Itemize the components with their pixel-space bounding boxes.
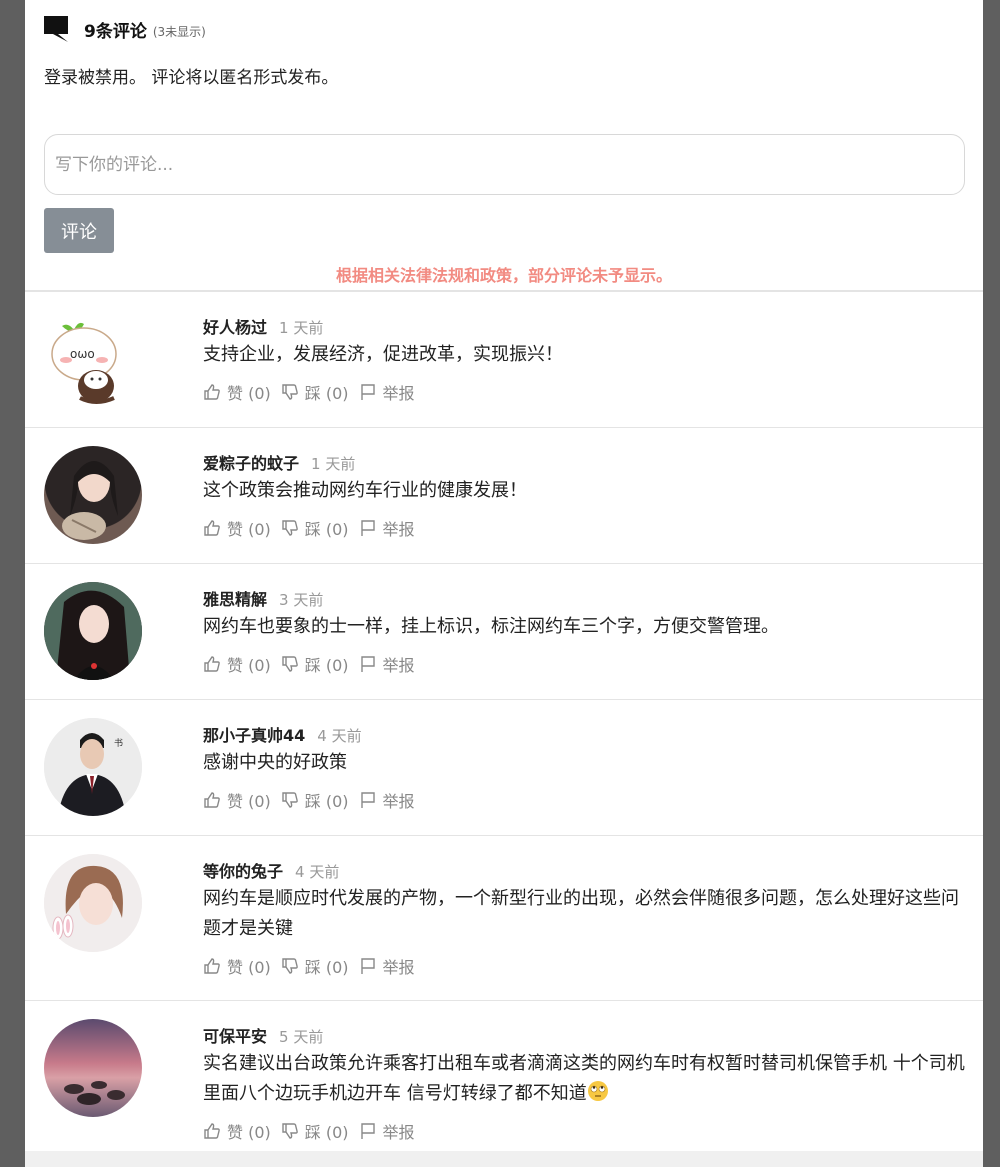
svg-text:书: 书 xyxy=(114,738,123,749)
flag-icon xyxy=(360,1123,375,1139)
comment-item: oωo 好人杨过 1 天前 支持企业，发展经济，促进改革，实现振兴！ 赞 (0)… xyxy=(25,292,983,428)
avatar xyxy=(44,446,142,544)
comment-text: 支持企业，发展经济，促进改革，实现振兴！ xyxy=(203,344,563,365)
comment-item: 等你的兔子 4 天前 网约车是顺应时代发展的产物，一个新型行业的出现，必然会伴随… xyxy=(25,836,983,1001)
dislike-button[interactable]: 踩 (0) xyxy=(281,380,349,404)
comment-list: oωo 好人杨过 1 天前 支持企业，发展经济，促进改革，实现振兴！ 赞 (0)… xyxy=(25,292,983,1166)
like-button[interactable]: 赞 (0) xyxy=(203,380,271,404)
like-button[interactable]: 赞 (0) xyxy=(203,652,271,676)
comment-time: 5 天前 xyxy=(279,1028,324,1046)
comment-item: 可保平安 5 天前 实名建议出台政策允许乘客打出租车或者滴滴这类的网约车时有权暂… xyxy=(25,1001,983,1166)
flag-icon xyxy=(360,656,375,672)
report-button[interactable]: 举报 xyxy=(359,380,415,404)
comment-author[interactable]: 等你的兔子 xyxy=(203,858,283,882)
thumbs-up-icon xyxy=(204,1123,220,1139)
comment-text: 实名建议出台政策允许乘客打出租车或者滴滴这类的网约车时有权暂时替司机保管手机 十… xyxy=(203,1053,965,1104)
dislike-button[interactable]: 踩 (0) xyxy=(281,516,349,540)
like-button[interactable]: 赞 (0) xyxy=(203,954,271,978)
avatar xyxy=(44,1019,142,1117)
like-button[interactable]: 赞 (0) xyxy=(203,788,271,812)
thumbs-down-icon xyxy=(282,1123,298,1139)
login-disabled-note: 登录被禁用。 评论将以匿名形式发布。 xyxy=(44,68,339,88)
report-button[interactable]: 举报 xyxy=(359,652,415,676)
like-button[interactable]: 赞 (0) xyxy=(203,516,271,540)
comment-actions: 赞 (0) 踩 (0) 举报 xyxy=(203,380,969,404)
dislike-button[interactable]: 踩 (0) xyxy=(281,954,349,978)
comment-text: 这个政策会推动网约车行业的健康发展！ xyxy=(203,480,527,501)
flag-icon xyxy=(360,520,375,536)
avatar xyxy=(44,582,142,680)
like-button[interactable]: 赞 (0) xyxy=(203,1119,271,1143)
thumbs-down-icon xyxy=(282,384,298,400)
thumbs-down-icon xyxy=(282,520,298,536)
comment-time: 1 天前 xyxy=(279,319,324,337)
thumbs-up-icon xyxy=(204,958,220,974)
comment-item: 爱粽子的蚊子 1 天前 这个政策会推动网约车行业的健康发展！ 赞 (0) 踩 (… xyxy=(25,428,983,564)
report-button[interactable]: 举报 xyxy=(359,1119,415,1143)
comment-author[interactable]: 好人杨过 xyxy=(203,314,267,338)
comment-item: 书 那小子真帅44 4 天前 感谢中央的好政策 赞 (0) 踩 (0) 举报 xyxy=(25,700,983,836)
report-button[interactable]: 举报 xyxy=(359,788,415,812)
report-button[interactable]: 举报 xyxy=(359,954,415,978)
moderation-notice: 根据相关法律法规和政策，部分评论未予显示。 xyxy=(335,266,672,285)
comment-input[interactable] xyxy=(44,134,965,195)
dislike-button[interactable]: 踩 (0) xyxy=(281,1119,349,1143)
svg-text:oωo: oωo xyxy=(70,347,95,361)
comment-count: 9条评论 xyxy=(84,21,147,42)
flag-icon xyxy=(360,958,375,974)
thumbs-down-icon xyxy=(282,792,298,808)
comment-time: 1 天前 xyxy=(311,455,356,473)
comment-author[interactable]: 可保平安 xyxy=(203,1023,267,1047)
comment-author[interactable]: 爱粽子的蚊子 xyxy=(203,450,299,474)
comment-text: 感谢中央的好政策 xyxy=(203,752,347,773)
comment-item: 雅思精解 3 天前 网约车也要象的士一样，挂上标识，标注网约车三个字，方便交警管… xyxy=(25,564,983,700)
comment-actions: 赞 (0) 踩 (0) 举报 xyxy=(203,1119,969,1143)
avatar: 书 xyxy=(44,718,142,816)
comment-author[interactable]: 雅思精解 xyxy=(203,586,267,610)
comment-actions: 赞 (0) 踩 (0) 举报 xyxy=(203,652,969,676)
comment-actions: 赞 (0) 踩 (0) 举报 xyxy=(203,788,969,812)
panel-footer-strip xyxy=(25,1151,983,1167)
comment-time: 4 天前 xyxy=(317,727,362,745)
comment-actions: 赞 (0) 踩 (0) 举报 xyxy=(203,954,969,978)
dislike-button[interactable]: 踩 (0) xyxy=(281,788,349,812)
comment-text: 网约车也要象的士一样，挂上标识，标注网约车三个字，方便交警管理。 xyxy=(203,616,779,637)
comments-header: 9条评论 (3未显示) xyxy=(44,14,206,44)
comment-text: 网约车是顺应时代发展的产物，一个新型行业的出现，必然会伴随很多问题，怎么处理好这… xyxy=(203,888,959,939)
flag-icon xyxy=(360,384,375,400)
comment-icon xyxy=(44,16,68,42)
hidden-count: (3未显示) xyxy=(152,24,206,39)
comment-actions: 赞 (0) 踩 (0) 举报 xyxy=(203,516,969,540)
comment-author[interactable]: 那小子真帅44 xyxy=(203,722,305,746)
thumbs-down-icon xyxy=(282,656,298,672)
flag-icon xyxy=(360,792,375,808)
avatar xyxy=(44,854,142,952)
dislike-button[interactable]: 踩 (0) xyxy=(281,652,349,676)
thumbs-up-icon xyxy=(204,656,220,672)
comment-time: 3 天前 xyxy=(279,591,324,609)
comment-time: 4 天前 xyxy=(295,863,340,881)
avatar: oωo xyxy=(44,310,142,408)
thumbs-down-icon xyxy=(282,958,298,974)
thumbs-up-icon xyxy=(204,520,220,536)
submit-comment-button[interactable]: 评论 xyxy=(44,208,114,253)
report-button[interactable]: 举报 xyxy=(359,516,415,540)
thumbs-up-icon xyxy=(204,384,220,400)
eye-roll-emoji xyxy=(587,1081,608,1101)
comments-panel: 9条评论 (3未显示) 登录被禁用。 评论将以匿名形式发布。 评论 根据相关法律… xyxy=(25,0,983,1167)
thumbs-up-icon xyxy=(204,792,220,808)
